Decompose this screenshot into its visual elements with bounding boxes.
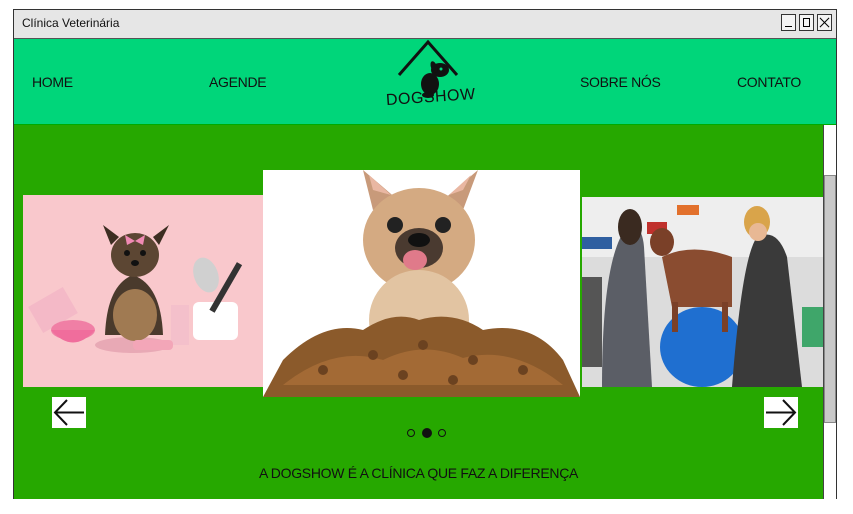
- slide-french-bulldog-kibble[interactable]: [263, 170, 580, 397]
- nav-item-contato[interactable]: CONTATO: [737, 74, 801, 90]
- scrollbar-thumb[interactable]: [824, 175, 836, 423]
- maximize-button[interactable]: [799, 14, 814, 31]
- prev-slide-button[interactable]: [52, 397, 86, 428]
- yorkshire-grooming-image: [23, 195, 263, 387]
- nav-bar: HOME AGENDE DOGSHOW SOBRE NÓS CONTATO: [14, 39, 836, 125]
- close-button[interactable]: [817, 14, 832, 31]
- nav-item-sobre-nos[interactable]: SOBRE NÓS: [580, 74, 661, 90]
- next-slide-button[interactable]: [764, 397, 798, 428]
- title-bar: Clínica Veterinária: [14, 10, 836, 39]
- nav-item-home[interactable]: HOME: [32, 74, 73, 90]
- minimize-button[interactable]: [781, 14, 796, 31]
- slide-dog-physiotherapy[interactable]: [582, 197, 823, 387]
- house-dog-icon: [397, 39, 459, 98]
- carousel-dot-active[interactable]: [422, 428, 432, 438]
- nav-item-agende[interactable]: AGENDE: [209, 74, 267, 90]
- french-bulldog-image: [263, 170, 580, 397]
- slide-yorkshire-grooming[interactable]: [23, 195, 263, 387]
- tagline: A DOGSHOW É A CLÍNICA QUE FAZ A DIFERENÇ…: [258, 465, 579, 481]
- dogshow-logo[interactable]: DOGSHOW: [379, 39, 479, 123]
- carousel-section: A DOGSHOW É A CLÍNICA QUE FAZ A DIFERENÇ…: [14, 125, 823, 499]
- window-title: Clínica Veterinária: [22, 16, 120, 30]
- carousel-dot[interactable]: [407, 429, 415, 437]
- dog-physiotherapy-image: [582, 197, 823, 387]
- vertical-scrollbar[interactable]: [823, 125, 836, 499]
- arrow-left-icon: [53, 399, 84, 426]
- carousel-dots: [407, 427, 457, 441]
- arrow-right-icon: [766, 399, 797, 426]
- carousel-dot[interactable]: [438, 429, 446, 437]
- app-window: Clínica Veterinária HOME AGENDE DOGSHOW …: [13, 9, 837, 499]
